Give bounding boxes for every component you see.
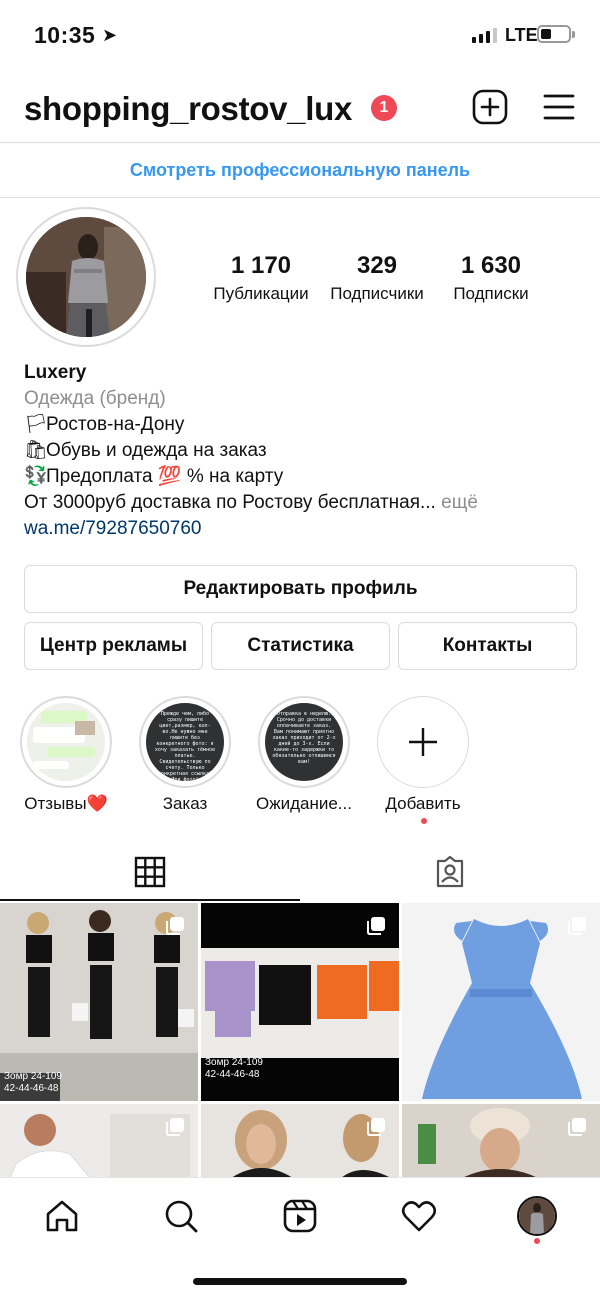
new-post-button[interactable] — [472, 89, 508, 125]
edit-profile-button[interactable]: Редактировать профиль — [24, 565, 577, 613]
multiple-photos-icon — [568, 1118, 586, 1136]
avatar — [26, 217, 146, 337]
battery-icon — [537, 25, 575, 43]
heart-icon — [401, 1201, 437, 1232]
bio-line-text: Ростов-на-Дону — [46, 414, 185, 435]
posts-count-label: Публикации — [213, 284, 309, 303]
bio-link[interactable]: wa.me/79287650760 — [24, 516, 584, 542]
posts-count-value: 1 170 — [230, 252, 292, 279]
bio-line-text: Предоплата 💯 % на карту — [46, 466, 284, 487]
status-bar: 10:35 ➤ LTE — [0, 0, 600, 72]
new-indicator-dot — [421, 818, 427, 824]
post-thumbnail[interactable] — [402, 1104, 600, 1178]
multiple-photos-icon — [166, 917, 184, 935]
new-highlight-button[interactable]: Добавить — [377, 696, 469, 813]
posts-count[interactable]: 1 170 Публикации — [205, 252, 317, 304]
plus-icon — [409, 728, 437, 756]
bio-line: 🏳Ростов-на-Дону — [24, 412, 584, 438]
post-thumbnail[interactable] — [201, 1104, 399, 1178]
multiple-photos-icon — [166, 1118, 184, 1136]
highlight-cover — [27, 703, 105, 781]
highlight-ring: Прежде чем, либо сразу пишите цвет,разме… — [139, 696, 231, 788]
post-caption: Зомр 24-109 42-44-46-48 — [4, 1071, 62, 1094]
highlight-ring — [377, 696, 469, 788]
reels-icon — [283, 1199, 317, 1233]
profile-header: shopping_rostov_lux 1 — [0, 78, 600, 140]
bio-more-button[interactable]: ещё — [436, 492, 478, 513]
post-thumbnail[interactable] — [0, 1104, 198, 1178]
followers-count[interactable]: 329 Подписчики — [323, 252, 431, 304]
following-count-value: 1 630 — [460, 252, 522, 279]
notification-badge[interactable]: 1 — [371, 95, 397, 121]
bio-line: 🛍Обувь и одежда на заказ — [24, 438, 584, 464]
home-indicator[interactable] — [193, 1278, 407, 1285]
status-time: 10:35 — [34, 22, 96, 48]
highlight-cover: Отправка в неделю. Срочно до доставки оп… — [265, 703, 343, 781]
profile-avatar[interactable] — [16, 207, 156, 347]
bio-line: От 3000руб доставка по Ростову бесплатна… — [24, 490, 584, 516]
highlight-cover-text: Прежде чем, либо сразу пишите цвет,разме… — [154, 711, 216, 781]
post-thumbnail[interactable] — [402, 903, 600, 1101]
search-icon — [165, 1200, 198, 1233]
highlight-waiting[interactable]: Отправка в неделю. Срочно до доставки оп… — [256, 696, 352, 813]
profile-icon — [519, 1198, 555, 1234]
highlight-label: Отзывы❤️ — [24, 794, 108, 813]
multiple-photos-icon — [568, 917, 586, 935]
highlight-order[interactable]: Прежде чем, либо сразу пишите цвет,разме… — [139, 696, 231, 813]
home-icon — [46, 1200, 78, 1232]
highlight-cover-text: Отправка в неделю. Срочно до доставки оп… — [272, 711, 336, 765]
highlight-label: Ожидание... — [256, 794, 352, 813]
highlight-reviews[interactable]: Отзывы❤️ — [20, 696, 112, 813]
active-tab-indicator — [0, 899, 300, 901]
followers-count-label: Подписчики — [330, 284, 424, 303]
tagged-icon — [436, 855, 464, 888]
nav-activity[interactable] — [399, 1196, 439, 1236]
flag-icon: 🏳 — [24, 414, 49, 435]
network-type: LTE — [505, 25, 538, 45]
signal-icon — [472, 27, 497, 43]
avatar-photo — [26, 217, 146, 337]
account-switcher[interactable]: shopping_rostov_lux — [24, 90, 352, 128]
tab-tagged[interactable] — [300, 843, 600, 901]
shopping-bags-icon: 🛍 — [24, 440, 49, 461]
profile-notification-dot — [534, 1238, 540, 1244]
bio-line-text: Обувь и одежда на заказ — [46, 440, 267, 461]
nav-reels[interactable] — [280, 1196, 320, 1236]
statistics-button[interactable]: Статистика — [211, 622, 390, 670]
followers-count-value: 329 — [356, 252, 398, 279]
contacts-button[interactable]: Контакты — [398, 622, 577, 670]
bio-line: 💱Предоплата 💯 % на карту — [24, 464, 584, 490]
following-count[interactable]: 1 630 Подписки — [441, 252, 541, 304]
post-thumbnail[interactable]: Зомр 24-109 42-44-46-48 — [201, 903, 399, 1101]
professional-dashboard-link[interactable]: Смотреть профессиональную панель — [0, 143, 600, 197]
highlight-label: Добавить — [385, 794, 461, 813]
grid-icon — [134, 856, 166, 888]
multiple-photos-icon — [367, 1118, 385, 1136]
highlight-cover: Прежде чем, либо сразу пишите цвет,разме… — [146, 703, 224, 781]
bio-line-text: От 3000руб доставка по Ростову бесплатна… — [24, 492, 436, 513]
nav-home[interactable] — [42, 1196, 82, 1236]
new-post-icon — [472, 89, 508, 125]
tab-grid[interactable] — [0, 843, 300, 901]
following-count-label: Подписки — [453, 284, 529, 303]
multiple-photos-icon — [367, 917, 385, 935]
post-thumbnail[interactable]: Зомр 24-109 42-44-46-48 — [0, 903, 198, 1101]
currency-exchange-icon: 💱 — [24, 466, 48, 487]
nav-search[interactable] — [161, 1196, 201, 1236]
highlight-label: Заказ — [162, 794, 208, 813]
profile-bio: Luxery Одежда (бренд) 🏳Ростов-на-Дону 🛍О… — [24, 360, 584, 542]
location-icon: ➤ — [102, 25, 118, 45]
ad-center-button[interactable]: Центр рекламы — [24, 622, 203, 670]
chat-screenshot-thumbnail — [27, 703, 105, 781]
profile-name: Luxery — [24, 362, 87, 383]
profile-stats: 1 170 Публикации 329 Подписчики 1 630 По… — [205, 252, 545, 312]
post-caption: Зомр 24-109 42-44-46-48 — [205, 1057, 263, 1080]
menu-button[interactable] — [542, 91, 576, 123]
highlight-ring — [20, 696, 112, 788]
divider — [0, 197, 600, 198]
nav-profile[interactable] — [517, 1196, 557, 1236]
profile-category: Одежда (бренд) — [24, 388, 166, 409]
menu-icon — [543, 94, 575, 120]
highlight-ring: Отправка в неделю. Срочно до доставки оп… — [258, 696, 350, 788]
